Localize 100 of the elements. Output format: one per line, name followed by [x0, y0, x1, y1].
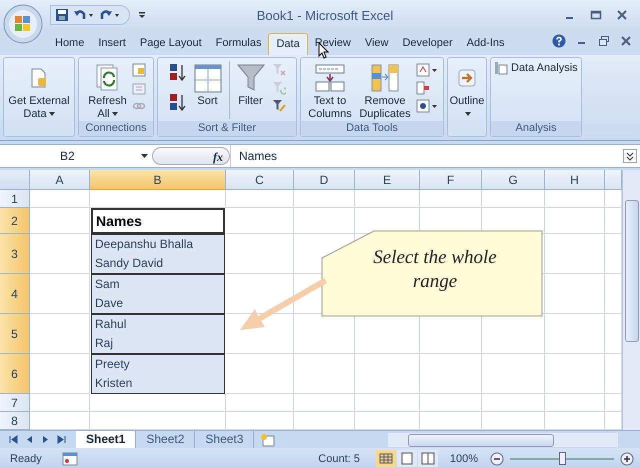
table-cell [226, 354, 294, 394]
column-header[interactable]: H [545, 170, 605, 190]
zoom-out-icon[interactable] [490, 452, 504, 466]
text-to-columns-button[interactable]: Text to Columns [306, 61, 354, 121]
refresh-icon [94, 63, 120, 93]
normal-view-icon[interactable] [376, 450, 396, 467]
zoom-in-icon[interactable] [620, 452, 634, 466]
filter-button[interactable]: Filter [232, 61, 268, 108]
sort-descending-icon[interactable] [168, 93, 186, 113]
ribbon-tab[interactable]: Data [268, 33, 308, 55]
zoom-slider[interactable] [559, 452, 566, 464]
table-cell [30, 274, 90, 314]
last-sheet-icon[interactable] [57, 435, 66, 444]
name-text: Kristen [95, 375, 134, 392]
table-cell [482, 394, 545, 412]
page-layout-view-icon[interactable] [396, 450, 417, 467]
ribbon-tab[interactable]: Home [48, 33, 92, 55]
table-cell [226, 394, 294, 412]
column-header[interactable]: G [482, 170, 545, 190]
group-label: Sort & Filter [158, 121, 296, 136]
connections-icon[interactable] [132, 63, 146, 77]
duplicate-columns-icon [370, 63, 400, 93]
table-cell [355, 394, 420, 412]
row-header[interactable]: 1 [0, 190, 30, 208]
row-header[interactable]: 2 [0, 208, 30, 234]
ribbon-tab[interactable]: Developer [395, 33, 460, 55]
get-external-data-button[interactable]: Get External Data [4, 61, 74, 121]
column-header[interactable]: A [30, 170, 90, 190]
data-validation-icon[interactable] [416, 63, 438, 77]
table-cell [294, 208, 355, 234]
column-header[interactable]: F [420, 170, 482, 190]
document-icon [30, 68, 48, 88]
table-cell [294, 394, 355, 412]
ribbon-tab[interactable]: Page Layout [132, 33, 209, 55]
sheet-tab[interactable]: Sheet1 [76, 431, 136, 448]
ribbon-tab[interactable]: Formulas [208, 33, 268, 55]
zoom-level[interactable]: 100% [450, 452, 478, 464]
consolidate-icon[interactable] [416, 81, 430, 95]
column-header[interactable]: E [355, 170, 420, 190]
column-header[interactable]: D [294, 170, 355, 190]
page-break-view-icon[interactable] [418, 450, 438, 467]
first-sheet-icon[interactable] [9, 435, 18, 444]
column-header[interactable]: C [226, 170, 294, 190]
row-header[interactable]: 6 [0, 354, 30, 394]
row-header[interactable]: 7 [0, 394, 30, 412]
horizontal-scrollbar[interactable] [388, 432, 618, 446]
name-text: Deepanshu Bhalla [95, 236, 194, 253]
formula-input[interactable]: Names [230, 145, 620, 167]
table-cell [355, 354, 420, 394]
close-icon[interactable] [616, 9, 628, 21]
row-header[interactable]: 8 [0, 412, 30, 430]
data-analysis-button[interactable]: Data Analysis [494, 61, 578, 75]
row-header[interactable]: 4 [0, 274, 30, 314]
remove-duplicates-button[interactable]: Remove Duplicates [357, 61, 413, 121]
sort-button[interactable]: Sort [190, 61, 226, 108]
name-text: Rahul [95, 316, 128, 333]
table-cell [545, 394, 605, 412]
status-text: Ready [10, 452, 43, 464]
table-cell [545, 190, 605, 208]
name-text: Sam [95, 276, 121, 293]
table-cell [545, 354, 605, 394]
undo-icon[interactable] [73, 8, 95, 22]
ribbon-tab[interactable]: Insert [91, 33, 133, 55]
insert-function-button[interactable]: fx [152, 147, 230, 165]
name-text: Dave [95, 295, 124, 312]
name-box[interactable]: B2 [0, 149, 152, 163]
table-cell [30, 234, 90, 274]
table-cell [420, 354, 482, 394]
table-cell [30, 208, 90, 234]
row-header[interactable]: 3 [0, 234, 30, 274]
refresh-all-button[interactable]: Refresh All [86, 61, 128, 121]
ribbon-tab[interactable]: Add-Ins [460, 33, 512, 55]
column-header[interactable]: B [90, 170, 226, 190]
close-icon[interactable] [620, 35, 632, 47]
previous-sheet-icon[interactable] [25, 435, 34, 444]
help-icon[interactable] [552, 34, 566, 48]
save-icon[interactable] [55, 8, 69, 22]
outline-button[interactable]: Outline [448, 61, 486, 121]
next-sheet-icon[interactable] [41, 435, 50, 444]
sort-ascending-icon[interactable] [168, 63, 186, 83]
vertical-scrollbar[interactable] [622, 170, 640, 430]
row-header[interactable]: 5 [0, 314, 30, 354]
ribbon-tab[interactable]: View [358, 33, 396, 55]
redo-icon[interactable] [99, 8, 121, 22]
insert-sheet-icon[interactable] [260, 432, 276, 446]
name-text: Preety [95, 356, 131, 373]
table-cell [30, 314, 90, 354]
ribbon-tab[interactable]: Review [308, 33, 358, 55]
record-macro-icon[interactable] [62, 452, 78, 466]
maximize-icon[interactable] [590, 9, 602, 21]
window-title: Book1 - Microsoft Excel [256, 8, 394, 22]
expand-icon[interactable] [623, 149, 637, 163]
what-if-icon[interactable] [416, 99, 438, 113]
dropdown-icon [141, 154, 148, 158]
advanced-filter-icon[interactable] [272, 99, 286, 113]
name-text: Sandy David [95, 255, 164, 272]
table-cell [226, 208, 294, 234]
customize-icon[interactable] [138, 11, 146, 19]
table-cell [545, 208, 605, 234]
restore-icon[interactable] [598, 35, 610, 47]
